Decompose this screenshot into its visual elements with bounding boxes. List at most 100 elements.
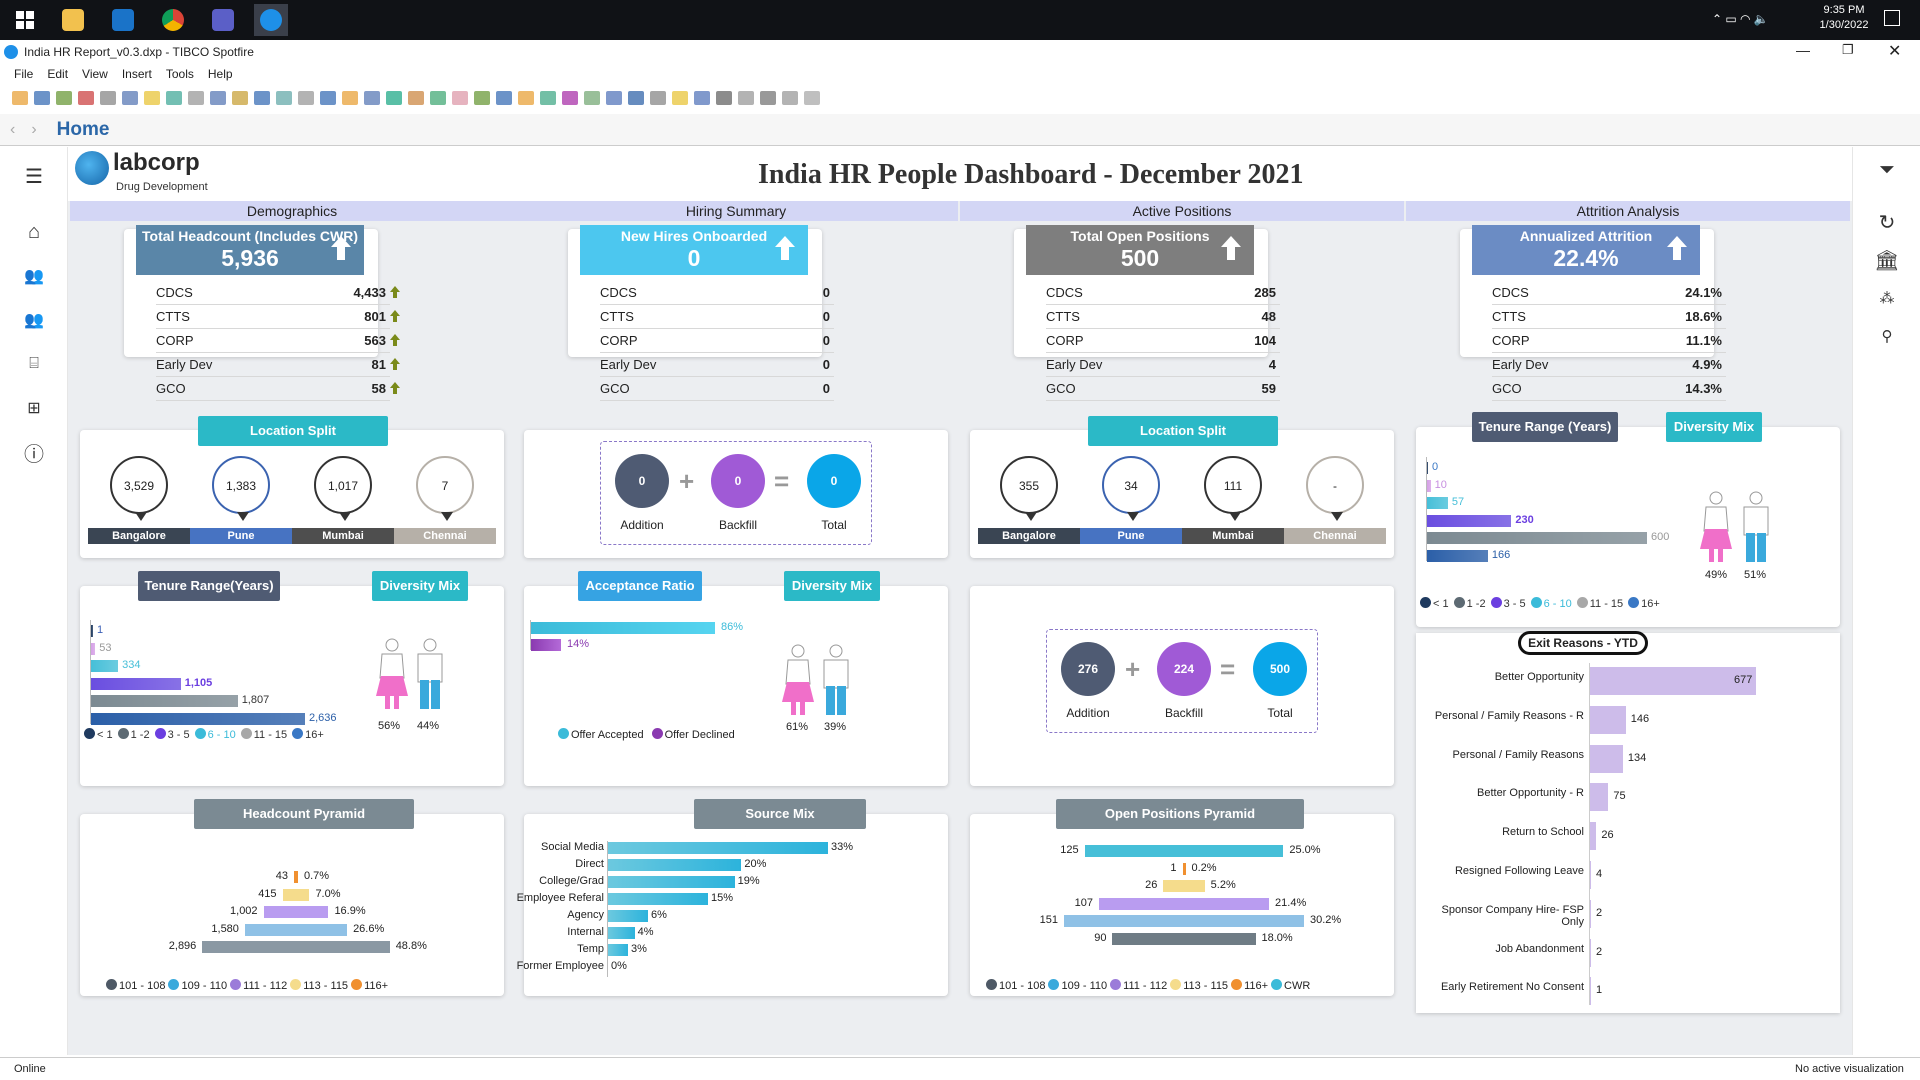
- hiring-backfill-circle: 0: [711, 454, 765, 508]
- toolbar-tool-7-icon[interactable]: [144, 91, 160, 105]
- toolbar-tool-10-icon[interactable]: [210, 91, 226, 105]
- source-mix-button[interactable]: Source Mix: [694, 799, 866, 829]
- exit-reason-label: Better Opportunity: [1494, 671, 1584, 683]
- tenure-value: 57: [1451, 496, 1465, 508]
- toolbar-tool-24-icon[interactable]: [518, 91, 534, 105]
- toolbar-tool-23-icon[interactable]: [496, 91, 512, 105]
- legend-label: 3 - 5: [167, 729, 190, 741]
- menu-help[interactable]: Help: [208, 67, 233, 81]
- toolbar-tool-5-icon[interactable]: [100, 91, 116, 105]
- legend-label: 111 - 112: [243, 980, 288, 992]
- toolbar-tool-8-icon[interactable]: [166, 91, 182, 105]
- toolbar-tool-1-icon[interactable]: [12, 91, 28, 105]
- notification-icon[interactable]: [1884, 10, 1900, 26]
- tray-icons[interactable]: ⌃ ▭ ◠ 🔈: [1712, 12, 1769, 26]
- toolbar-tool-11-icon[interactable]: [232, 91, 248, 105]
- kpi-row: GCO 58: [156, 379, 416, 401]
- minimize-icon[interactable]: —: [1796, 42, 1810, 58]
- toolbar-tool-20-icon[interactable]: [430, 91, 446, 105]
- tenure-bar-3: [1427, 497, 1448, 509]
- toolbar-tool-17-icon[interactable]: [364, 91, 380, 105]
- toolbar-tool-9-icon[interactable]: [188, 91, 204, 105]
- file-explorer-icon[interactable]: [56, 4, 90, 36]
- toolbar-tool-21-icon[interactable]: [452, 91, 468, 105]
- open-positions-location-split-button[interactable]: Location Split: [1088, 416, 1278, 446]
- toolbar-tool-33-icon[interactable]: [716, 91, 732, 105]
- menu-insert[interactable]: Insert: [122, 67, 152, 81]
- bank-icon[interactable]: 🏛: [1873, 247, 1901, 273]
- network-icon[interactable]: ⁂: [1873, 285, 1901, 311]
- home-icon[interactable]: ⌂: [20, 219, 48, 245]
- group-icon[interactable]: 👥: [20, 263, 48, 289]
- kpi-row-value: 563: [364, 333, 386, 348]
- teams-icon[interactable]: [206, 4, 240, 36]
- spotfire-taskbar-icon[interactable]: [254, 4, 288, 36]
- labcorp-logo-icon: [75, 151, 109, 185]
- diversity-mix-button[interactable]: Diversity Mix: [1666, 412, 1762, 442]
- toolbar-tool-25-icon[interactable]: [540, 91, 556, 105]
- back-arrow-icon[interactable]: ‹: [10, 121, 15, 139]
- chrome-icon[interactable]: [156, 4, 190, 36]
- hamburger-menu-icon[interactable]: ☰: [20, 163, 48, 189]
- org-chart-icon[interactable]: ⊞: [20, 395, 48, 421]
- toolbar-tool-30-icon[interactable]: [650, 91, 666, 105]
- toolbar-tool-31-icon[interactable]: [672, 91, 688, 105]
- toolbar-tool-27-icon[interactable]: [584, 91, 600, 105]
- toolbar-tool-6-icon[interactable]: [122, 91, 138, 105]
- hierarchy-icon[interactable]: ⚲: [1873, 323, 1901, 349]
- close-icon[interactable]: ✕: [1888, 41, 1901, 61]
- tenure-legend: < 1 1 -2 3 - 5 6 - 10 11 - 15 16+: [1420, 597, 1665, 610]
- toolbar-tool-28-icon[interactable]: [606, 91, 622, 105]
- toolbar-tool-16-icon[interactable]: [342, 91, 358, 105]
- toolbar-tool-37-icon[interactable]: [804, 91, 820, 105]
- refresh-icon[interactable]: ↻: [1873, 209, 1901, 235]
- toolbar-tool-4-icon[interactable]: [78, 91, 94, 105]
- toolbar-tool-2-icon[interactable]: [34, 91, 50, 105]
- people-icon[interactable]: 👥: [20, 307, 48, 333]
- toolbar-tool-26-icon[interactable]: [562, 91, 578, 105]
- page-tab-home[interactable]: Home: [57, 119, 110, 141]
- diversity-mix-button[interactable]: Diversity Mix: [784, 571, 880, 601]
- pyramid-count: 1,002: [230, 905, 258, 917]
- diversity-mix-button[interactable]: Diversity Mix: [372, 571, 468, 601]
- info-icon[interactable]: ⓘ: [20, 439, 48, 466]
- toolbar-tool-13-icon[interactable]: [276, 91, 292, 105]
- tenure-bar-6: [1427, 549, 1488, 562]
- outlook-icon[interactable]: [106, 4, 140, 36]
- filter-icon[interactable]: ⏷: [1873, 157, 1901, 183]
- brand-subtitle: Drug Development: [116, 181, 208, 193]
- menu-view[interactable]: View: [82, 67, 108, 81]
- toolbar-tool-22-icon[interactable]: [474, 91, 490, 105]
- toolbar-tool-3-icon[interactable]: [56, 91, 72, 105]
- toolbar-tool-14-icon[interactable]: [298, 91, 314, 105]
- toolbar-tool-29-icon[interactable]: [628, 91, 644, 105]
- equals-icon: =: [774, 466, 790, 496]
- menu-tools[interactable]: Tools: [166, 67, 194, 81]
- windows-start-icon[interactable]: [8, 4, 42, 36]
- toolbar-tool-19-icon[interactable]: [408, 91, 424, 105]
- toolbar-tool-18-icon[interactable]: [386, 91, 402, 105]
- acceptance-ratio-button[interactable]: Acceptance Ratio: [578, 571, 702, 601]
- toolbar-tool-32-icon[interactable]: [694, 91, 710, 105]
- toolbar-tool-34-icon[interactable]: [738, 91, 754, 105]
- menu-edit[interactable]: Edit: [47, 67, 68, 81]
- toolbar-tool-36-icon[interactable]: [782, 91, 798, 105]
- pyramid-count: 125: [1060, 844, 1079, 856]
- demographics-location-split-button[interactable]: Location Split: [198, 416, 388, 446]
- forward-arrow-icon[interactable]: ›: [31, 121, 36, 139]
- open-addition-circle: 276: [1061, 642, 1115, 696]
- toolbar: [0, 86, 1200, 110]
- headcount-pyramid-button[interactable]: Headcount Pyramid: [194, 799, 414, 829]
- chair-icon[interactable]: ⌸: [20, 351, 48, 377]
- toolbar-tool-15-icon[interactable]: [320, 91, 336, 105]
- toolbar-tool-35-icon[interactable]: [760, 91, 776, 105]
- legend-label: 116+: [1244, 980, 1269, 992]
- tenure-range-button[interactable]: Tenure Range(Years): [138, 571, 280, 601]
- open-positions-pyramid-button[interactable]: Open Positions Pyramid: [1056, 799, 1304, 829]
- toolbar-tool-12-icon[interactable]: [254, 91, 270, 105]
- menu-file[interactable]: File: [14, 67, 33, 81]
- tenure-range-attr-button[interactable]: Tenure Range (Years): [1472, 412, 1618, 442]
- restore-icon[interactable]: ❐: [1842, 42, 1854, 58]
- exit-reason-value: 1: [1596, 984, 1603, 997]
- legend-label: 101 - 108: [119, 980, 166, 992]
